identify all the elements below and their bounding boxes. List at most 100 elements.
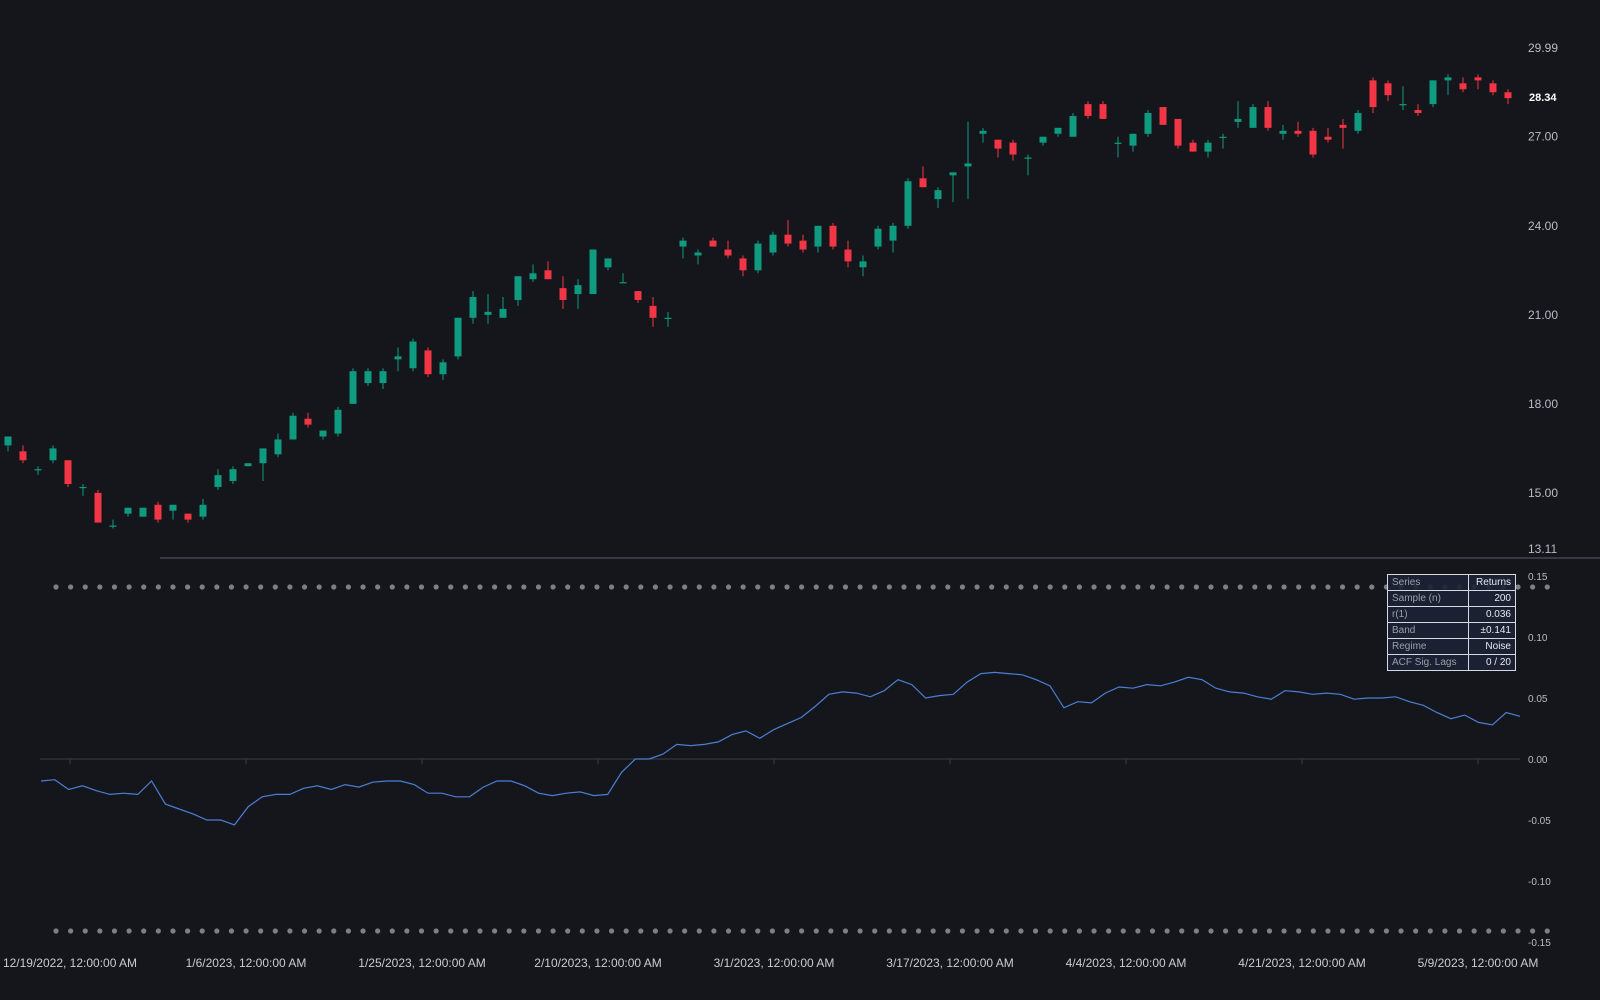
upper-band-dot [126,584,132,590]
candle-body [1069,115,1077,137]
upper-band-dot [82,584,88,590]
candle-body [934,190,942,200]
candle-body [889,225,897,241]
candle-body [499,308,507,318]
upper-band-dot [199,584,205,590]
lower-band-dot [652,928,659,934]
candle-body [1489,83,1497,93]
lower-band-dot [521,928,527,934]
upper-band-dot [316,584,322,590]
stats-row: Band ±0.141 [1387,622,1516,639]
upper-band-dot [141,584,147,590]
candle-body [1264,107,1272,128]
candle [844,240,852,268]
candle [499,297,507,318]
candle-body [1129,133,1137,146]
lower-band-dot [535,928,542,934]
lower-band-dot [769,928,775,934]
lower-band-dot [199,928,205,934]
stats-key: Band [1387,622,1469,639]
candle-body [529,273,537,280]
lower-band-dot [682,928,688,934]
chart-root: 29.99 27.00 24.00 21.00 18.00 15.00 13.11 28.34… [0,0,1600,1000]
lower-band-dot [1456,928,1463,934]
stats-row: Regime Noise [1387,638,1516,655]
candle [1444,74,1452,96]
upper-band-dot [1149,584,1156,590]
upper-band-dot [462,584,468,590]
stats-value: 0.036 [1468,606,1516,623]
lower-band-dot [842,928,849,934]
candle-body [409,341,417,369]
lower-band-dot [550,928,556,934]
returns-tick-label: 0.15 [1528,572,1548,583]
lower-band-dot [696,928,702,934]
upper-band-dot [1018,584,1024,590]
upper-band-dot [389,584,395,590]
candle [934,187,942,208]
lower-band-dot [477,928,483,934]
candle-body [184,513,192,520]
candle-body [1234,118,1242,122]
upper-band-dot [974,584,980,590]
lower-band-dot [1062,928,1068,934]
lower-band-dot [462,928,468,934]
upper-band-dot [111,584,118,590]
upper-band-dot [97,584,103,590]
main-chart[interactable]: 29.99 27.00 24.00 21.00 18.00 15.00 13.11 28.34… [0,0,1600,1000]
candle [859,255,867,277]
lower-band-dot [360,928,366,934]
lower-band-dot [930,928,936,934]
candle-body [319,430,327,437]
candle-body [1084,104,1092,116]
stats-row: Series Returns [1387,574,1516,591]
candle [79,484,87,496]
candle-body [1504,92,1512,99]
upper-band-dot [184,584,191,590]
candle [214,469,222,490]
candle [1084,101,1092,119]
stats-row: Sample (n) 200 [1387,590,1516,607]
lower-band-dot [813,928,819,934]
candle [604,258,612,271]
candle-body [994,139,1002,149]
candle [1414,104,1422,116]
candle-body [1024,157,1032,159]
lower-band-dot [725,928,732,934]
candle-body [1369,80,1377,108]
candle [94,489,102,523]
candle-body [814,225,822,247]
upper-band-dot [550,584,556,590]
candle [829,222,837,250]
candle [1369,77,1377,113]
candle-body [829,225,837,247]
upper-band-dot [1003,584,1009,590]
candle [409,338,417,372]
candle-body [589,249,597,295]
candle-body [94,492,102,523]
upper-band-dot [842,584,849,590]
candle [1459,77,1467,93]
lower-band-dot [740,928,746,934]
upper-band-dot [1091,584,1097,590]
upper-band-dot [799,584,805,590]
candle-body [619,282,627,284]
returns-tick-label: 0.10 [1528,633,1548,644]
upper-band-dot [784,584,790,590]
candle-body [139,507,147,517]
lower-band-dot [828,928,834,934]
upper-band-dot [945,584,951,590]
upper-band-dot [506,584,512,590]
upper-band-dot [725,584,732,590]
candle-body [1339,124,1347,128]
lower-band-dot [638,928,644,934]
date-label: 5/9/2023, 12:00:00 AM [1418,956,1539,970]
upper-band-dot [959,584,966,590]
lower-band-dot [667,928,673,934]
candle [619,273,627,284]
stats-key: r(1) [1387,606,1469,623]
candle [559,276,567,309]
candle-body [694,252,702,256]
upper-band-dot [769,584,775,590]
candle [1354,110,1362,134]
